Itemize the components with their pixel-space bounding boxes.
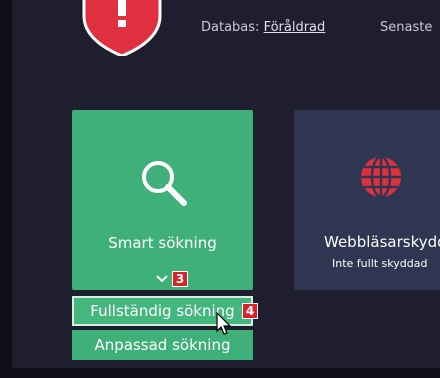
chevron-down-icon[interactable] — [156, 274, 168, 284]
web-protection-label: Webbläsarskydd — [324, 233, 440, 251]
mouse-cursor-icon — [216, 312, 232, 335]
step-badge-3: 3 — [172, 271, 188, 287]
smart-search-label: Smart sökning — [108, 234, 217, 252]
latest-label: Senaste — [380, 20, 433, 35]
full-scan-label: Fullständig sökning — [90, 302, 235, 320]
database-label: Databas: — [201, 20, 260, 35]
web-protection-status: Inte fullt skyddad — [332, 257, 428, 270]
web-protection-tile[interactable]: Webbläsarskydd Inte fullt skyddad — [294, 110, 440, 290]
search-icon — [142, 161, 187, 206]
globe-icon — [361, 155, 401, 199]
smart-search-tile[interactable]: Smart sökning — [72, 110, 253, 290]
custom-scan-label: Anpassad sökning — [94, 336, 231, 354]
expand-row[interactable]: 3 — [72, 271, 253, 291]
shield-warning-icon — [82, 0, 162, 56]
app-window: Databas: Föråldrad Senaste Smart sökning… — [0, 0, 440, 378]
step-badge-4: 4 — [242, 303, 258, 319]
database-value-link[interactable]: Föråldrad — [264, 20, 326, 35]
window-border-bottom — [0, 368, 440, 378]
window-border — [0, 0, 12, 378]
database-status: Databas: Föråldrad — [201, 20, 325, 35]
